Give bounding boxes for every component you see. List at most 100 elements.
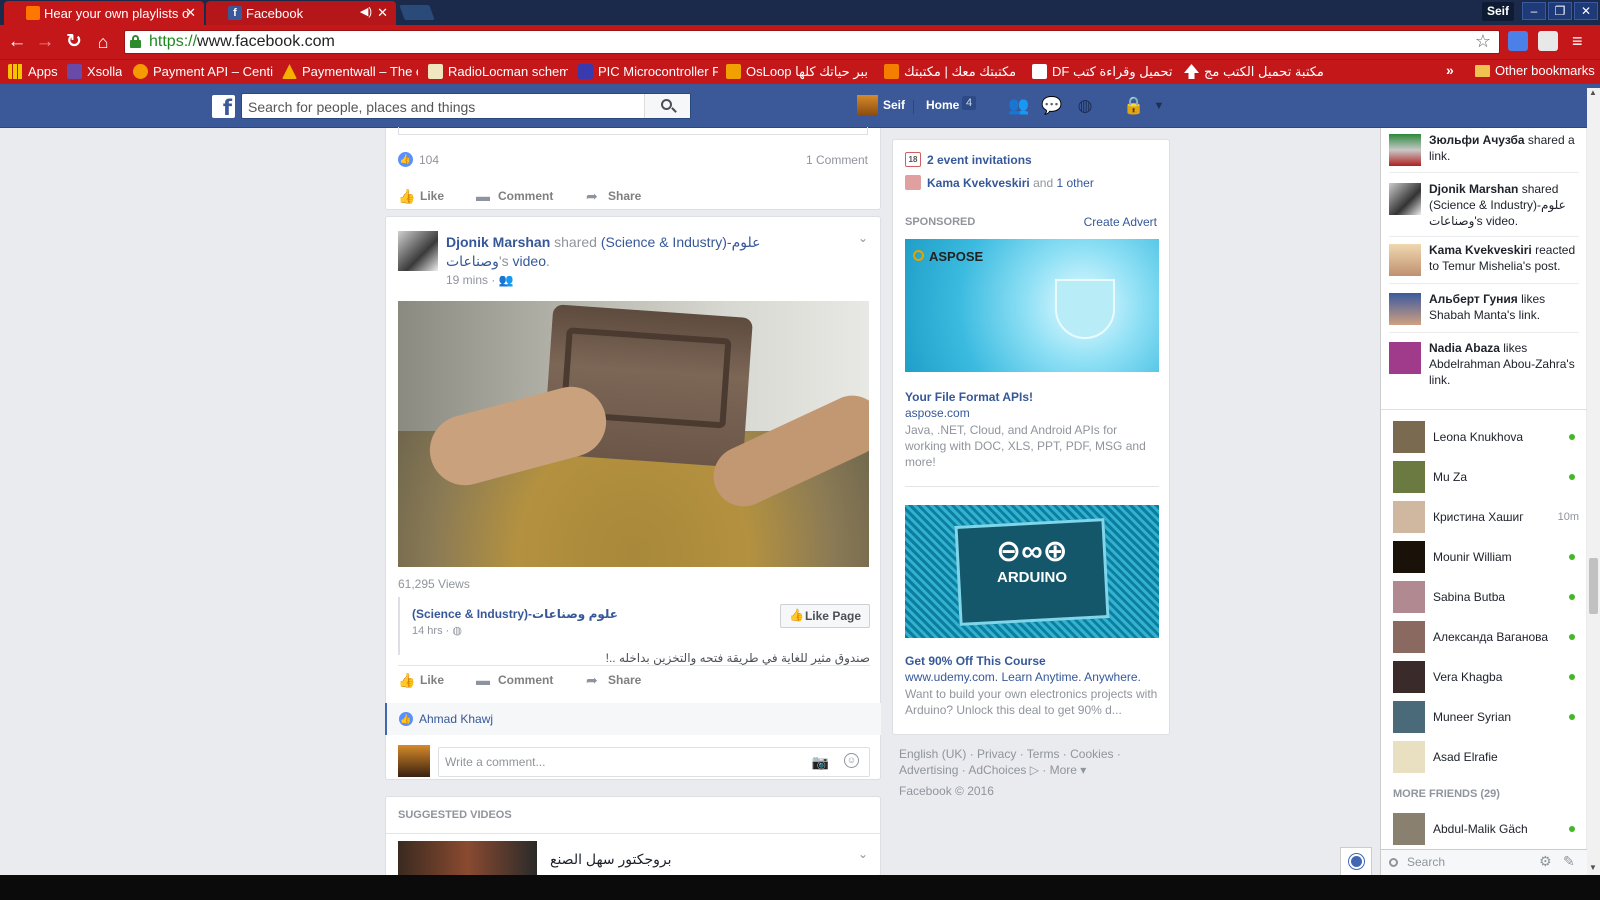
facebook-logo-icon[interactable]: f bbox=[212, 95, 235, 120]
gear-icon[interactable]: ⚙ bbox=[1539, 853, 1552, 870]
profile-button[interactable]: Seif bbox=[1482, 2, 1514, 21]
ticker-item[interactable]: Kama Kvekveskiri reacted to Temur Mishel… bbox=[1389, 242, 1585, 276]
comment-button[interactable]: ▬ Comment bbox=[476, 672, 553, 688]
bookmark-book-library[interactable]: مكتبة تحميل الكتب مج bbox=[1184, 63, 1334, 82]
speaker-icon[interactable]: ◀) bbox=[360, 5, 372, 18]
ad-image[interactable]: ASPOSE bbox=[905, 239, 1159, 372]
chat-contact[interactable]: Mu Za bbox=[1393, 460, 1579, 494]
close-tab-icon[interactable]: ✕ bbox=[377, 5, 388, 21]
more-bookmarks-chevron-icon[interactable]: » bbox=[1446, 62, 1454, 78]
create-advert-link[interactable]: Create Advert bbox=[1084, 215, 1157, 229]
reload-icon[interactable]: ↻ bbox=[63, 31, 85, 53]
chat-contact[interactable]: Muneer Syrian bbox=[1393, 700, 1579, 734]
options-chevron-icon[interactable]: ⌄ bbox=[858, 847, 868, 861]
footer-links[interactable]: English (UK) · Privacy · Terms · Cookies… bbox=[899, 746, 1169, 778]
world-globe-button[interactable] bbox=[1340, 847, 1372, 875]
like-page-button[interactable]: 👍 Like Page bbox=[779, 604, 870, 628]
back-arrow-icon[interactable]: ← bbox=[6, 31, 28, 53]
ad-title[interactable]: Get 90% Off This Course bbox=[905, 654, 1046, 668]
scroll-up-arrow-icon[interactable]: ▲ bbox=[1589, 88, 1597, 97]
bookmark-pic[interactable]: PIC Microcontroller F bbox=[578, 63, 718, 82]
home-icon[interactable]: ⌂ bbox=[92, 31, 114, 53]
like-button[interactable]: 👍 Like bbox=[398, 672, 444, 688]
bookmark-osloop[interactable]: OsLoop ببر حياتك كلها bbox=[726, 63, 870, 82]
account-menu-caret-icon[interactable]: ▼ bbox=[1148, 96, 1170, 116]
like-count[interactable]: 104 bbox=[419, 153, 439, 167]
birthday-name-link[interactable]: Kama Kvekveskiri bbox=[927, 176, 1030, 190]
bookmark-star-icon[interactable]: ☆ bbox=[1475, 31, 1491, 52]
minimize-icon[interactable]: – bbox=[1522, 2, 1546, 20]
liker-link[interactable]: Ahmad Khawj bbox=[419, 712, 493, 726]
extension-box-icon[interactable] bbox=[1538, 31, 1558, 51]
tab-facebook[interactable]: f Facebook ◀) ✕ bbox=[206, 1, 396, 25]
translate-extension-icon[interactable] bbox=[1508, 31, 1528, 51]
ad-title[interactable]: Your File Format APIs! bbox=[905, 390, 1033, 404]
chat-contact[interactable]: Mounir William bbox=[1393, 540, 1579, 574]
bookmark-pdf-books[interactable]: DF تحميل وقراءة كتب bbox=[1032, 63, 1180, 82]
search-input[interactable] bbox=[248, 99, 628, 115]
camera-icon[interactable]: 📷 bbox=[812, 754, 829, 771]
chat-search-input[interactable] bbox=[1407, 855, 1517, 869]
new-tab-button[interactable] bbox=[399, 5, 435, 20]
like-button[interactable]: 👍 Like bbox=[398, 188, 444, 204]
ad-image[interactable]: ⊖∞⊕ ARDUINO bbox=[905, 505, 1159, 638]
chat-contact[interactable]: Vera Khagba bbox=[1393, 660, 1579, 694]
emoji-icon[interactable]: ☺ bbox=[844, 753, 859, 768]
notifications-globe-icon[interactable]: ◍ bbox=[1074, 96, 1096, 116]
video-link[interactable]: video bbox=[513, 253, 546, 269]
messages-icon[interactable]: 💬 bbox=[1041, 96, 1063, 116]
video-player[interactable] bbox=[398, 301, 869, 567]
chat-contact[interactable]: Leona Knukhova bbox=[1393, 420, 1579, 454]
bookmark-blogger[interactable]: مكتبتك معك | مكتبتك bbox=[884, 63, 1024, 82]
chat-contact[interactable]: Кристина Хашиг 10m bbox=[1393, 500, 1579, 534]
ad-domain[interactable]: aspose.com bbox=[905, 406, 970, 420]
suggested-video-title[interactable]: بروجكتور سهل الصنع bbox=[550, 851, 672, 868]
ticker-item[interactable]: Зюльфи Ачузба shared a link. bbox=[1389, 132, 1585, 166]
avatar[interactable] bbox=[398, 231, 438, 271]
ticker-item[interactable]: Альберт Гуния likes Shabah Manta's link. bbox=[1389, 291, 1585, 325]
bookmark-apps[interactable]: Apps bbox=[8, 63, 58, 82]
close-tab-icon[interactable]: ✕ bbox=[185, 5, 196, 21]
comment-box[interactable]: 📷 ☺ bbox=[438, 747, 870, 777]
other-bookmarks[interactable]: Other bookmarks bbox=[1475, 63, 1595, 78]
chat-contact[interactable]: Александа Ваганова bbox=[1393, 620, 1579, 654]
scroll-down-arrow-icon[interactable]: ▼ bbox=[1589, 863, 1597, 872]
bookmark-radiolocman[interactable]: RadioLocman schem bbox=[428, 63, 568, 82]
ticker-item[interactable]: Nadia Abaza likes Abdelrahman Abou-Zahra… bbox=[1389, 340, 1585, 388]
maximize-icon[interactable]: ❐ bbox=[1548, 2, 1572, 20]
chat-search[interactable]: ⚙ ✎ bbox=[1381, 849, 1587, 875]
comment-input[interactable] bbox=[445, 755, 785, 769]
scrollbar[interactable]: ▲ ▼ bbox=[1587, 88, 1600, 875]
page-name-link[interactable]: (Science & Industry)-علوم وصناعات bbox=[412, 607, 618, 621]
scrollbar-thumb[interactable] bbox=[1589, 558, 1598, 614]
url-text[interactable]: https://www.facebook.com bbox=[149, 33, 335, 51]
bookmark-paymentwall[interactable]: Paymentwall – The e bbox=[282, 63, 418, 82]
post-options-chevron-icon[interactable]: ⌄ bbox=[858, 231, 868, 245]
bookmark-xsolla[interactable]: Xsolla bbox=[67, 63, 122, 82]
page-post-time[interactable]: 14 hrs · ◍ bbox=[412, 624, 462, 637]
comment-count[interactable]: 1 Comment bbox=[806, 153, 868, 167]
video-thumbnail[interactable] bbox=[398, 841, 537, 877]
chat-contact[interactable]: Abdul-Malik Gäch bbox=[1393, 812, 1579, 846]
tab-soundcloud[interactable]: Hear your own playlists o ✕ bbox=[4, 1, 204, 25]
share-button[interactable]: ➦ Share bbox=[586, 672, 641, 688]
event-invitations-link[interactable]: 18 2 event invitations bbox=[905, 152, 1032, 167]
forward-arrow-icon[interactable]: → bbox=[34, 31, 56, 53]
ad-domain[interactable]: www.udemy.com. Learn Anytime. Anywhere. bbox=[905, 670, 1141, 684]
birthday-other-link[interactable]: 1 other bbox=[1056, 176, 1093, 190]
home-link[interactable]: Home bbox=[926, 98, 959, 112]
post-timestamp[interactable]: 19 mins · 👥 bbox=[446, 273, 514, 287]
bookmark-payment-api[interactable]: Payment API – Centi bbox=[133, 63, 273, 82]
privacy-shortcuts-icon[interactable]: 🔒 bbox=[1123, 96, 1145, 116]
close-window-icon[interactable]: ✕ bbox=[1574, 2, 1598, 20]
author-link[interactable]: Djonik Marshan bbox=[446, 234, 550, 250]
comment-button[interactable]: ▬ Comment bbox=[476, 188, 553, 204]
compose-icon[interactable]: ✎ bbox=[1563, 853, 1575, 870]
search-button[interactable] bbox=[644, 94, 690, 118]
ticker-item[interactable]: Djonik Marshan shared (Science & Industr… bbox=[1389, 181, 1585, 229]
share-button[interactable]: ➦ Share bbox=[586, 188, 641, 204]
profile-link[interactable]: Seif bbox=[857, 94, 905, 116]
menu-icon[interactable]: ≡ bbox=[1572, 32, 1588, 50]
address-bar[interactable]: https://www.facebook.com ☆ bbox=[124, 30, 1500, 54]
chat-contact[interactable]: Sabina Butba bbox=[1393, 580, 1579, 614]
